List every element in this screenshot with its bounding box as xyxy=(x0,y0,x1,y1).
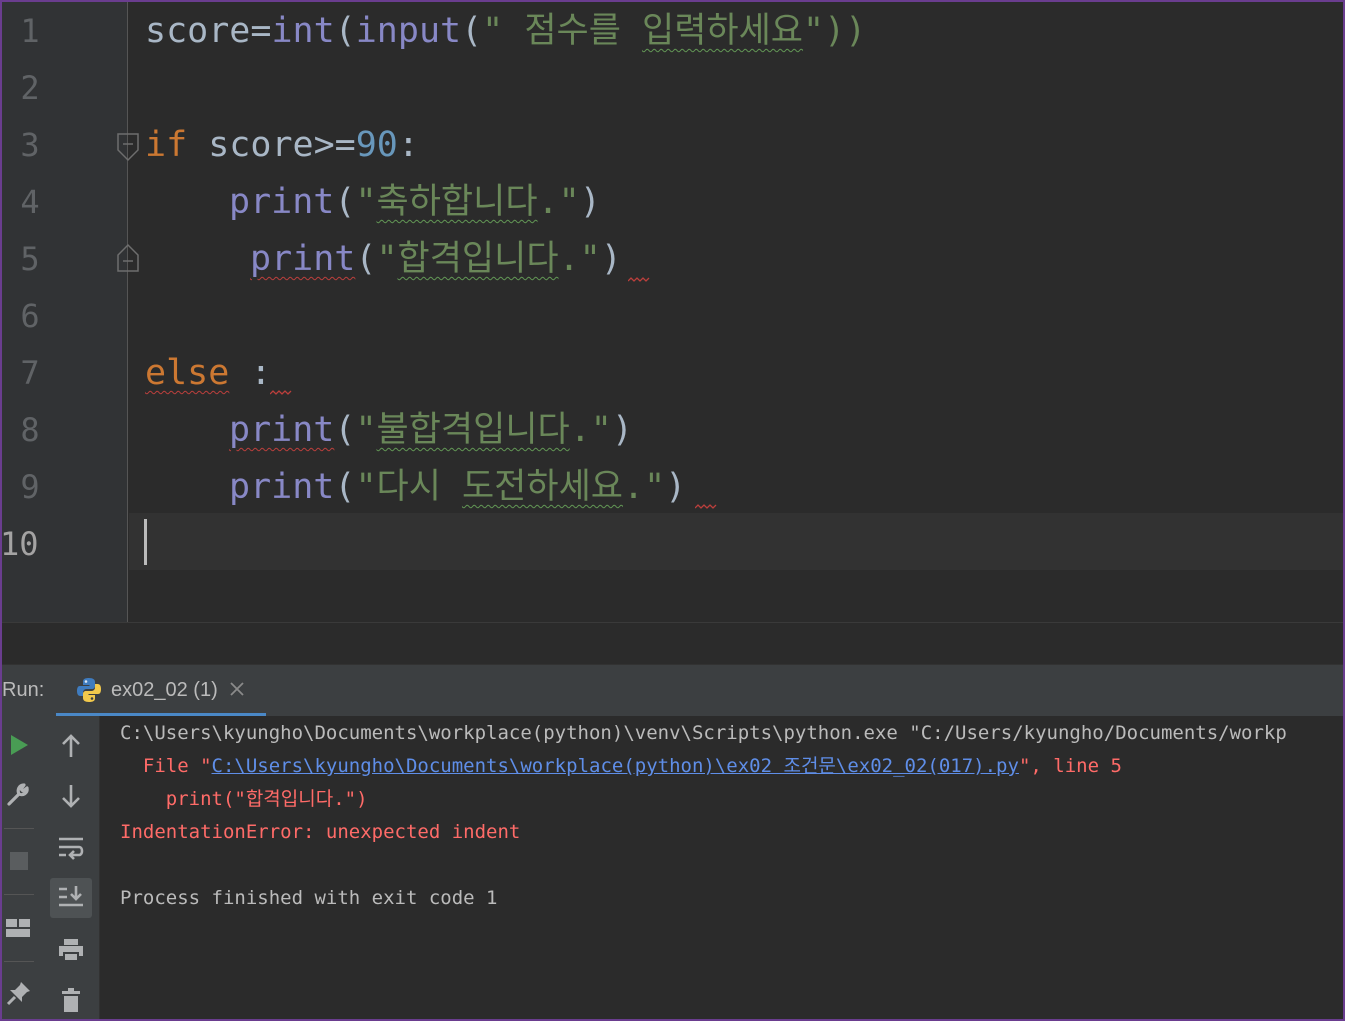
trash-icon[interactable] xyxy=(50,982,92,1018)
stop-icon[interactable] xyxy=(4,844,34,878)
toolbar-separator xyxy=(4,961,34,962)
code-line-8: print("불합격입니다.") xyxy=(229,410,633,450)
python-icon xyxy=(77,678,101,702)
layout-icon[interactable] xyxy=(2,911,34,945)
file-link[interactable]: C:\Users\kyungho\Documents\workplace(pyt… xyxy=(212,755,1019,777)
run-tab[interactable]: ex02_02 (1) xyxy=(56,665,266,717)
text-caret xyxy=(144,519,147,565)
run-toolbar-left xyxy=(0,716,42,1021)
run-tab-label: ex02_02 (1) xyxy=(111,679,218,701)
code-line-4: print("축하합니다.") xyxy=(229,182,601,222)
soft-wrap-icon[interactable] xyxy=(50,830,92,866)
console-line: Process finished with exit code 1 xyxy=(120,887,498,909)
line-number: 6 xyxy=(20,297,40,335)
line-number: 7 xyxy=(20,354,40,392)
arrow-up-icon[interactable] xyxy=(50,728,92,764)
panel-splitter[interactable] xyxy=(0,622,1345,664)
line-number-gutter: 1 2 3 4 5 6 7 8 9 10 xyxy=(0,0,139,622)
console-line: File "C:\Users\kyungho\Documents\workpla… xyxy=(120,755,1122,777)
print-icon[interactable] xyxy=(50,932,92,968)
console-output[interactable]: C:\Users\kyungho\Documents\workplace(pyt… xyxy=(100,716,1345,1021)
line-number: 2 xyxy=(20,69,40,107)
toolbar-separator xyxy=(4,828,34,829)
code-line-7: else : xyxy=(145,353,272,393)
line-number: 4 xyxy=(20,183,40,221)
error-squiggle xyxy=(695,504,717,509)
run-label: Run: xyxy=(2,679,45,701)
wrench-icon[interactable] xyxy=(4,778,34,812)
line-number: 1 xyxy=(20,12,40,50)
play-icon[interactable] xyxy=(4,728,34,762)
toolbar-separator xyxy=(4,894,34,895)
error-squiggle xyxy=(628,277,650,282)
pin-icon[interactable] xyxy=(4,976,34,1010)
console-line: print("합격입니다.") xyxy=(120,788,368,810)
arrow-down-icon[interactable] xyxy=(50,778,92,814)
console-error-line: IndentationError: unexpected indent xyxy=(120,821,521,843)
close-icon[interactable] xyxy=(227,679,247,699)
run-tool-window-header: Run: ex02_02 (1) xyxy=(0,664,1345,717)
fold-start-icon[interactable] xyxy=(116,132,140,162)
scroll-to-end-icon[interactable] xyxy=(50,878,92,918)
code-line-1: score=int(input(" 점수를 입력하세요")) xyxy=(145,11,867,51)
fold-end-icon[interactable] xyxy=(116,243,140,273)
code-line-5: print("합격입니다.") xyxy=(250,239,622,279)
console-line: C:\Users\kyungho\Documents\workplace(pyt… xyxy=(120,722,1287,744)
line-number: 9 xyxy=(20,468,40,506)
line-number: 3 xyxy=(20,126,40,164)
code-line-9: print("다시 도전하세요.") xyxy=(229,467,687,507)
code-editor[interactable]: 1 2 3 4 5 6 7 8 9 10 score=int(input(" 점… xyxy=(0,0,1345,622)
current-line-highlight xyxy=(129,513,1345,570)
line-number: 8 xyxy=(20,411,40,449)
current-line-number: 10 xyxy=(0,525,39,563)
code-line-3: if score>=90: xyxy=(145,125,419,165)
error-squiggle xyxy=(270,390,292,395)
run-toolbar-right xyxy=(42,716,100,1021)
line-number: 5 xyxy=(20,240,40,278)
